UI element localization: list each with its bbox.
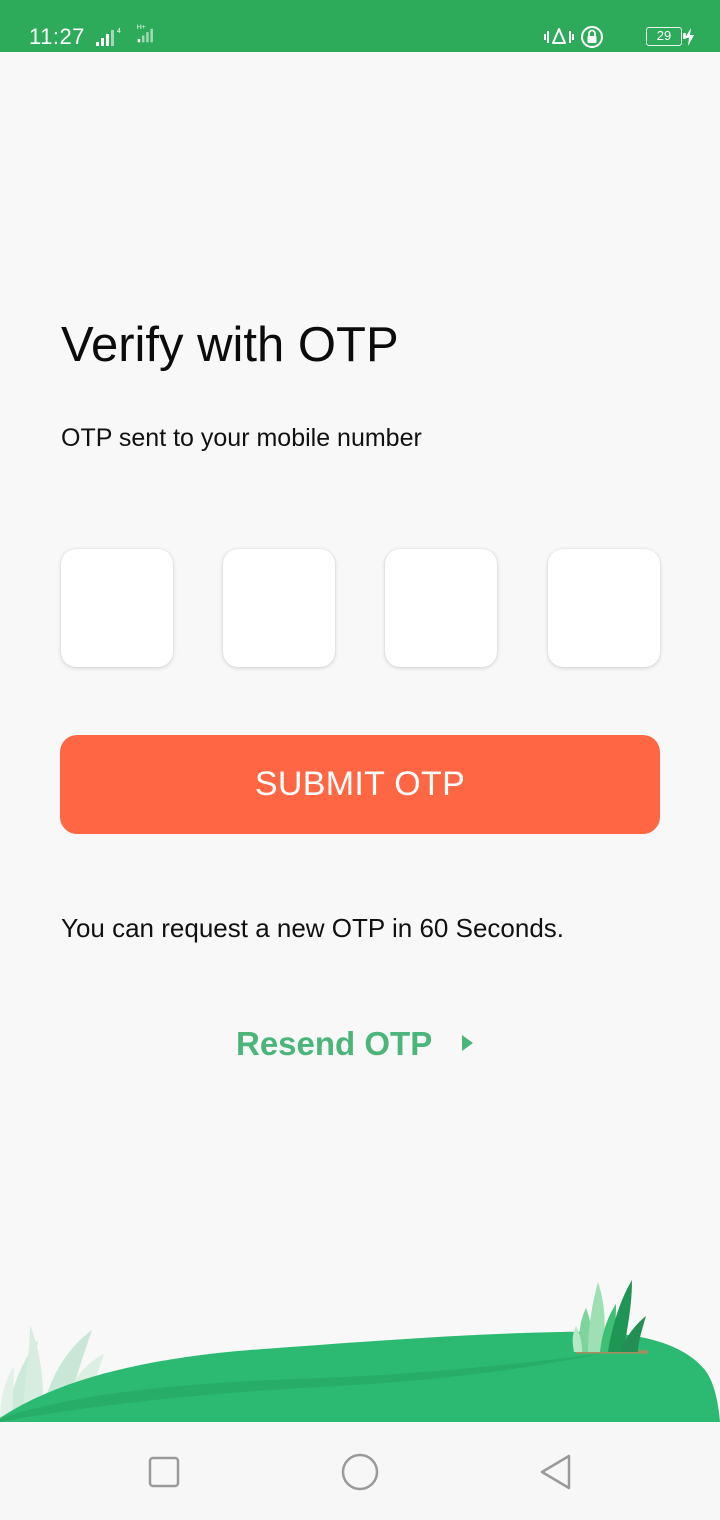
status-time: 11:27 bbox=[29, 24, 85, 49]
vibrate-icon bbox=[544, 28, 574, 44]
page-title: Verify with OTP bbox=[61, 318, 399, 372]
charging-icon bbox=[685, 28, 694, 46]
resend-otp-link[interactable]: Resend OTP bbox=[236, 1022, 486, 1066]
signal-icon: 4 bbox=[96, 28, 121, 46]
home-circle-icon[interactable] bbox=[338, 1450, 382, 1494]
network-badge: H+ bbox=[137, 24, 146, 31]
otp-digit-3-input[interactable] bbox=[385, 549, 497, 667]
recents-square-icon[interactable] bbox=[142, 1450, 186, 1494]
resend-timer-text: You can request a new OTP in 60 Seconds. bbox=[61, 913, 565, 943]
grass-hill-illustration bbox=[0, 1280, 720, 1422]
back-triangle-icon[interactable] bbox=[534, 1450, 578, 1494]
status-icons: 29 bbox=[544, 22, 694, 52]
play-arrow-icon bbox=[462, 1035, 473, 1051]
submit-otp-button[interactable]: SUBMIT OTP bbox=[60, 735, 660, 834]
resend-otp-label: Resend OTP bbox=[236, 1025, 433, 1062]
otp-digit-1-input[interactable] bbox=[61, 549, 173, 667]
system-nav-bar bbox=[0, 1422, 720, 1520]
rotation-lock-icon bbox=[581, 26, 603, 48]
svg-text:4: 4 bbox=[117, 28, 121, 35]
battery-icon: 29 bbox=[646, 27, 686, 46]
otp-sent-subtitle: OTP sent to your mobile number bbox=[61, 424, 422, 452]
otp-digit-4-input[interactable] bbox=[548, 549, 660, 667]
otp-digit-2-input[interactable] bbox=[223, 549, 335, 667]
status-bar: 11:27 4 H+ 29 bbox=[0, 0, 720, 52]
signal-icon: H+ bbox=[137, 24, 153, 43]
